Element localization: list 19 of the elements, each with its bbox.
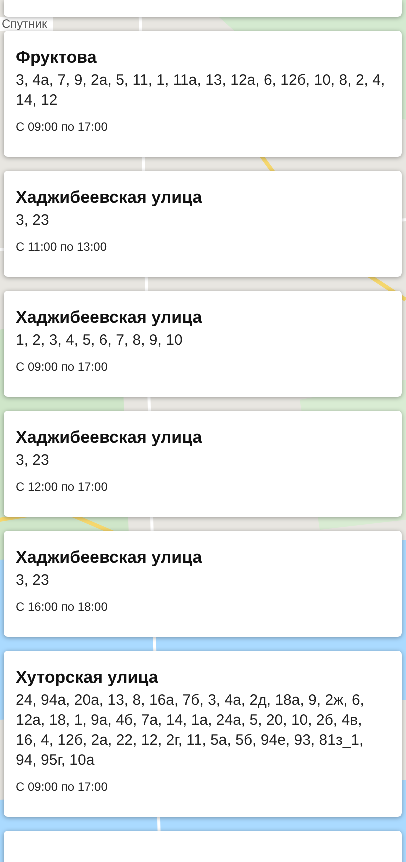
outage-time: С 09:00 по 17:00 [16, 779, 109, 795]
house-numbers: 1, 2, 3, 4, 5, 6, 7, 8, 9, 10 [16, 331, 184, 351]
street-name: Хаджибеевская улица [16, 547, 204, 569]
outage-time: С 11:00 по 13:00 [16, 239, 108, 255]
map-type-button[interactable]: Спутник [0, 17, 54, 31]
house-numbers: 3, 4а, 7, 9, 2а, 5, 11, 1, 11а, 13, 12а, 6, 12б, 10, 8, 2, 4, 14, 12 [16, 71, 386, 111]
street-name: Хаджибеевская улица [16, 307, 204, 329]
outage-time: С 16:00 по 18:00 [16, 599, 109, 615]
street-name: Фруктова [16, 47, 98, 69]
house-numbers: 3, 23 [16, 451, 50, 471]
outage-time: С 09:00 по 17:00 [16, 359, 109, 375]
street-name: Хаджибеевская улица [16, 427, 204, 449]
outage-time: С 09:00 по 17:00 [16, 119, 109, 135]
house-numbers: 3, 23 [16, 211, 50, 231]
street-name: Хаджибеевская улица [16, 187, 204, 209]
street-name: Хуторская улица [16, 667, 160, 689]
house-numbers: 3, 23 [16, 571, 50, 591]
house-numbers: 24, 94а, 20а, 13, 8, 16а, 7б, 3, 4а, 2д, 18а, 9, 2ж, 6, 12а, 18, 1, 9а, 4б, 7а, 14, 1а, 24а, 5, 20, 10, 2б, 4в, 16, 4, 12б, 2а, 22, 12, 2г, 11, 5а, 5б, 94е, 93, 81з_1, 94, 95г, 10а [16, 691, 366, 771]
outage-time: С 12:00 по 17:00 [16, 479, 109, 495]
